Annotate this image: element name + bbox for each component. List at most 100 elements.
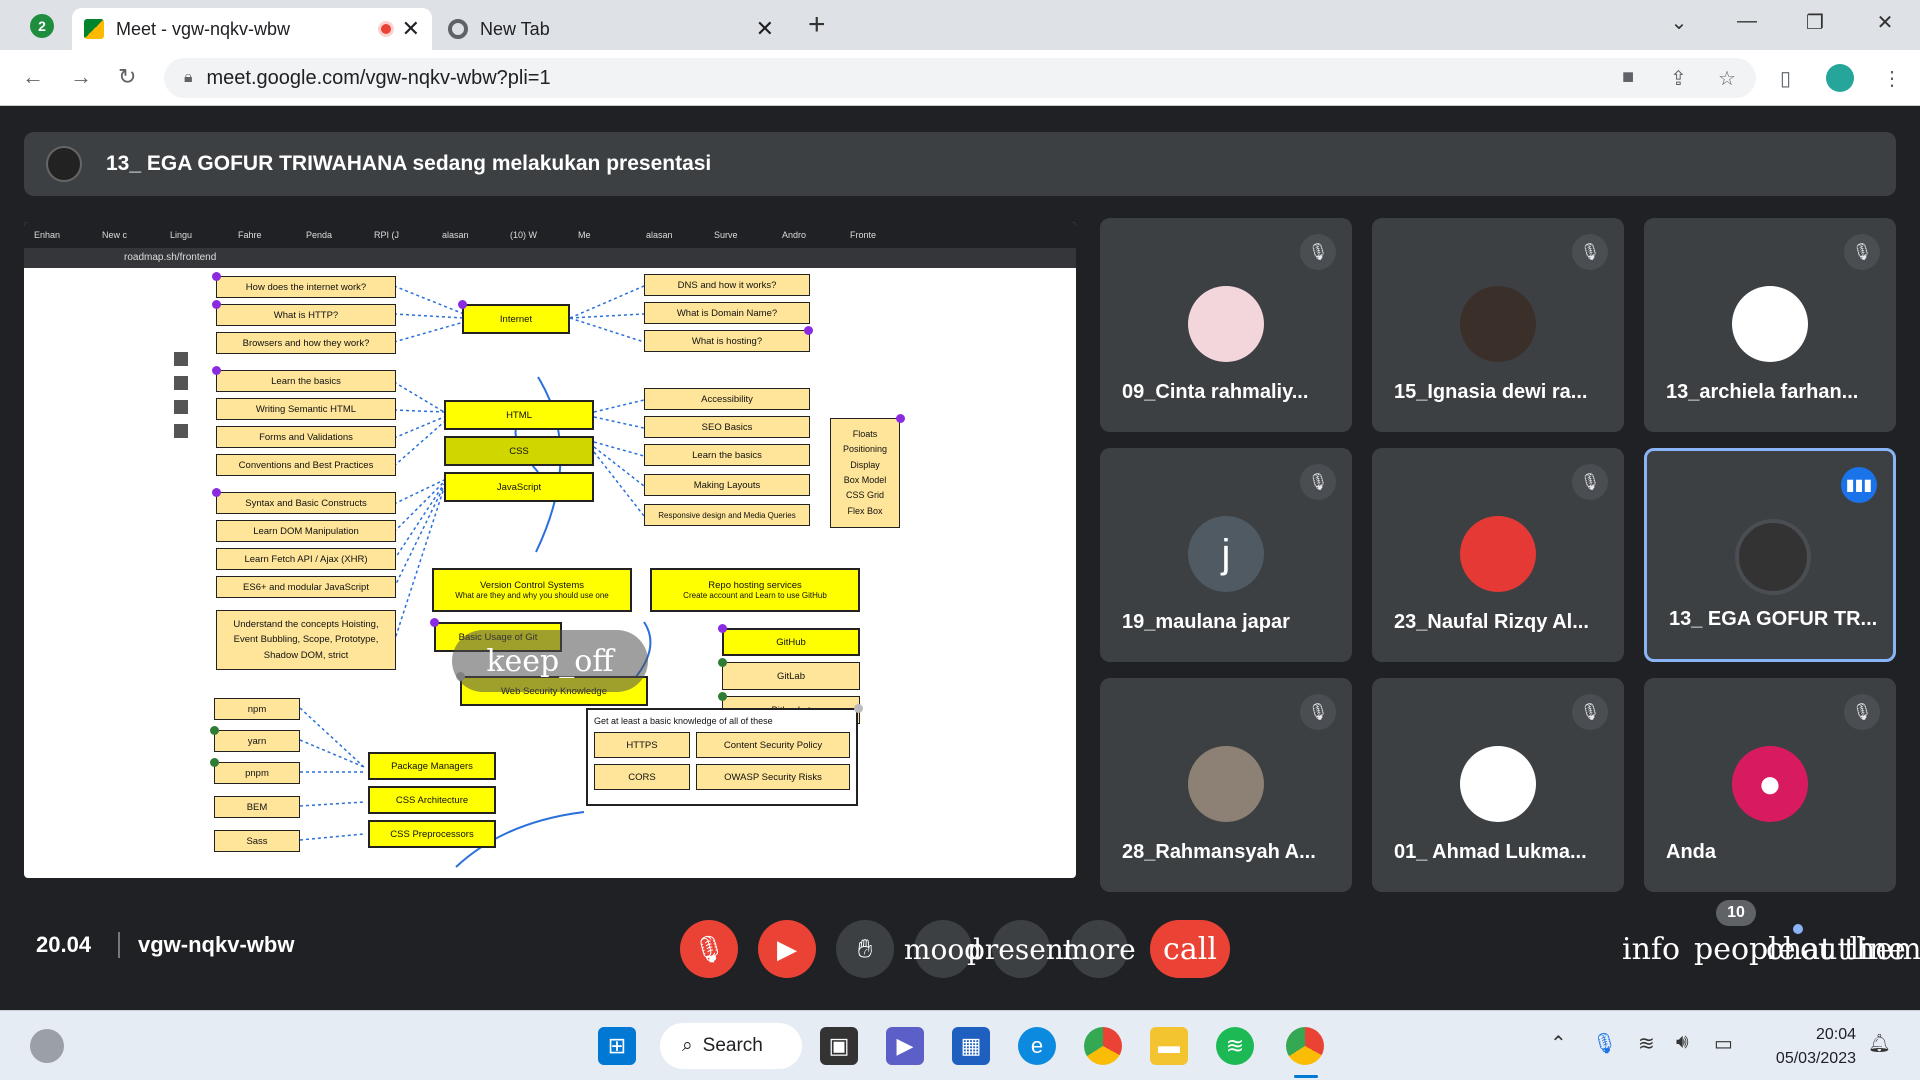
close-tab-icon[interactable]: ✕ bbox=[756, 16, 774, 42]
layout-list: Floats Positioning Display Box Model CSS… bbox=[830, 418, 900, 528]
microphone-icon[interactable]: 🎙︎ bbox=[1592, 1031, 1617, 1056]
reactions-button[interactable]: mood bbox=[904, 920, 982, 978]
left-item: Conventions and Best Practices bbox=[216, 454, 396, 476]
shared-screen[interactable]: Enhan New c Lingu Fahre Penda RPI (J ala… bbox=[24, 222, 1076, 878]
tab-new-tab[interactable]: New Tab ✕ bbox=[436, 8, 786, 50]
mic-off-icon: 🎙︎ bbox=[1844, 234, 1880, 270]
node-github: GitHub bbox=[722, 628, 860, 656]
share-icon[interactable]: ⇪ bbox=[1670, 66, 1687, 91]
participant-avatar: ● bbox=[1732, 746, 1808, 822]
back-icon[interactable]: ← bbox=[22, 64, 44, 90]
chrome-profile-icon[interactable] bbox=[1286, 1027, 1324, 1065]
close-window-icon[interactable]: ✕ bbox=[1870, 10, 1900, 35]
participant-name: 13_ EGA GOFUR TR... bbox=[1669, 608, 1878, 630]
participant-avatar bbox=[1735, 519, 1811, 595]
tab-meet[interactable]: Meet - vgw-nqkv-wbw ✕ bbox=[72, 8, 432, 50]
bookmark-star-icon[interactable]: ☆ bbox=[1718, 66, 1736, 91]
store-icon[interactable]: ▦ bbox=[952, 1027, 990, 1065]
check-marker bbox=[718, 658, 727, 667]
left-item: Forms and Validations bbox=[216, 426, 396, 448]
omnibox[interactable]: 🔒︎ meet.google.com/vgw-nqkv-wbw?pli=1 bbox=[164, 58, 1756, 98]
reload-icon[interactable]: ↻ bbox=[118, 64, 136, 90]
volume-icon[interactable]: 🔊︎ bbox=[1676, 1031, 1689, 1054]
right-item: SEO Basics bbox=[644, 416, 810, 438]
participant-tile[interactable]: 🎙︎ 01_ Ahmad Lukma... bbox=[1372, 678, 1624, 892]
mic-off-icon: 🎙︎ bbox=[1300, 464, 1336, 500]
weather-icon[interactable] bbox=[30, 1029, 64, 1063]
check-marker bbox=[718, 692, 727, 701]
raise-hand-button[interactable]: ✋︎ bbox=[836, 920, 894, 978]
layout-item: CSS Grid bbox=[845, 490, 884, 501]
more-label: more bbox=[1062, 932, 1136, 966]
new-tab-button[interactable]: + bbox=[808, 8, 826, 42]
done-marker bbox=[212, 272, 221, 281]
camera-toggle-button[interactable]: ▶︎ bbox=[758, 920, 816, 978]
left-item: Syntax and Basic Constructs bbox=[216, 492, 396, 514]
node-css-architecture: CSS Architecture bbox=[368, 786, 496, 814]
leave-call-button[interactable]: call bbox=[1150, 920, 1230, 978]
layout-item: Flex Box bbox=[847, 505, 883, 516]
node-package-managers: Package Managers bbox=[368, 752, 496, 780]
check-marker bbox=[210, 758, 219, 767]
wifi-icon[interactable]: ≋ bbox=[1638, 1031, 1655, 1056]
participant-avatar bbox=[1460, 286, 1536, 362]
participant-name: Anda bbox=[1666, 841, 1716, 863]
participant-avatar: j bbox=[1188, 516, 1264, 592]
meeting-code: vgw-nqkv-wbw bbox=[138, 932, 295, 957]
minimize-icon[interactable]: — bbox=[1732, 10, 1762, 33]
participant-tile[interactable]: 🎙︎ 13_archiela farhan... bbox=[1644, 218, 1896, 432]
tray-clock[interactable]: 20:04 05/03/2023 bbox=[1776, 1023, 1856, 1071]
right-item: DNS and how it works? bbox=[644, 274, 810, 296]
chevron-up-icon[interactable]: ⌃ bbox=[1550, 1031, 1567, 1056]
keep-off-overlay[interactable]: keep_off bbox=[452, 630, 648, 692]
restore-icon[interactable]: ❐ bbox=[1800, 10, 1830, 35]
host-controls-button[interactable]: theme bbox=[1844, 932, 1920, 967]
forward-icon[interactable]: → bbox=[70, 64, 92, 90]
participant-tile[interactable]: 🎙︎ 15_Ignasia dewi ra... bbox=[1372, 218, 1624, 432]
task-view-icon[interactable]: ▣ bbox=[820, 1027, 858, 1065]
notification-icon[interactable]: 🔔︎ bbox=[1868, 1033, 1891, 1054]
file-explorer-icon[interactable]: ▬ bbox=[1150, 1027, 1188, 1065]
layout-item: Box Model bbox=[843, 475, 887, 485]
left-item: Learn DOM Manipulation bbox=[216, 520, 396, 542]
spotify-icon[interactable]: ≋ bbox=[1216, 1027, 1254, 1065]
taskbar-search[interactable]: ⌕ Search bbox=[660, 1023, 802, 1069]
close-tab-icon[interactable]: ✕ bbox=[402, 16, 420, 42]
participant-tile[interactable]: 🎙︎ 23_Naufal Rizqy Al... bbox=[1372, 448, 1624, 662]
meet-favicon-icon bbox=[84, 19, 104, 39]
profile-badge[interactable]: 2 bbox=[30, 14, 54, 38]
battery-icon[interactable]: ▭ bbox=[1714, 1031, 1733, 1056]
pm-item: npm bbox=[214, 698, 300, 720]
participant-avatar bbox=[1188, 746, 1264, 822]
participant-tile[interactable]: 🎙︎ j 19_maulana japar bbox=[1100, 448, 1352, 662]
participant-name: 13_archiela farhan... bbox=[1666, 381, 1859, 403]
pm-item: BEM bbox=[214, 796, 300, 818]
present-button[interactable]: present bbox=[967, 920, 1075, 978]
participant-tile[interactable]: 🎙︎ 28_Rahmansyah A... bbox=[1100, 678, 1352, 892]
participant-tile[interactable]: 🎙︎ ● Anda bbox=[1644, 678, 1896, 892]
node-gitlab: GitLab bbox=[722, 662, 860, 690]
pending-marker bbox=[854, 704, 863, 713]
camera-icon[interactable]: ■ bbox=[1622, 66, 1634, 89]
start-icon[interactable]: ⊞ bbox=[598, 1027, 636, 1065]
tab-search-icon[interactable]: ⌄ bbox=[1664, 10, 1694, 35]
node-repo-sub: Create account and Learn to use GitHub bbox=[683, 591, 827, 600]
left-item: Learn Fetch API / Ajax (XHR) bbox=[216, 548, 396, 570]
side-panel-icon[interactable]: ▯ bbox=[1780, 66, 1791, 91]
meet-area: 13_ EGA GOFUR TRIWAHANA sedang melakukan… bbox=[0, 106, 1920, 1010]
pm-item: Sass bbox=[214, 830, 300, 852]
info-button[interactable]: info bbox=[1622, 932, 1680, 967]
participant-name: 28_Rahmansyah A... bbox=[1122, 841, 1316, 863]
mic-off-icon: 🎙︎ bbox=[1300, 234, 1336, 270]
layout-item: Positioning bbox=[842, 444, 888, 455]
chrome-icon[interactable] bbox=[1084, 1027, 1122, 1065]
profile-avatar[interactable] bbox=[1826, 64, 1854, 92]
more-options-button[interactable]: more bbox=[1062, 920, 1136, 978]
mic-toggle-button[interactable]: 🎙︎ bbox=[680, 920, 738, 978]
menu-icon[interactable]: ⋮ bbox=[1882, 66, 1902, 91]
edge-icon[interactable]: e bbox=[1018, 1027, 1056, 1065]
security-note: Get at least a basic knowledge of all of… bbox=[594, 716, 773, 726]
participant-tile[interactable]: 🎙︎ 09_Cinta rahmaliy... bbox=[1100, 218, 1352, 432]
participant-tile-speaking[interactable]: ▮▮▮ 13_ EGA GOFUR TR... bbox=[1644, 448, 1896, 662]
teams-icon[interactable]: ▶ bbox=[886, 1027, 924, 1065]
